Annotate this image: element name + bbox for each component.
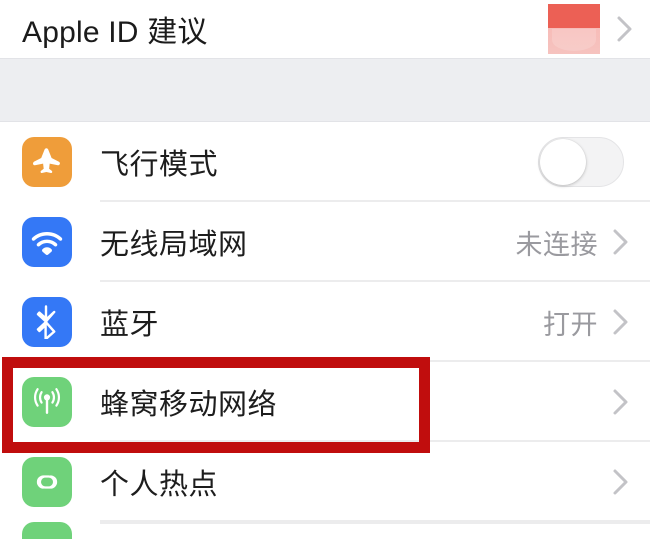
chevron-right-icon bbox=[612, 387, 630, 417]
settings-row-partial-next[interactable] bbox=[0, 522, 650, 539]
settings-row-label: 蓝牙 bbox=[100, 309, 160, 341]
settings-group-connectivity: 飞行模式 无线局域网 未连接 蓝牙 打开 蜂窝移动网络 个人热点 bbox=[0, 122, 650, 539]
settings-row-label: 飞行模式 bbox=[100, 149, 219, 181]
wifi-status-value: 未连接 bbox=[515, 229, 598, 260]
bluetooth-status-value: 打开 bbox=[543, 309, 598, 340]
apple-id-avatar bbox=[548, 4, 600, 54]
next-row-icon bbox=[22, 522, 72, 539]
wifi-icon bbox=[22, 217, 72, 267]
settings-row-cellular[interactable]: 蜂窝移动网络 bbox=[0, 362, 650, 442]
cellular-icon bbox=[22, 377, 72, 427]
settings-row-wifi[interactable]: 无线局域网 未连接 bbox=[0, 202, 650, 282]
settings-row-label: 个人热点 bbox=[100, 469, 219, 501]
settings-row-label: 蜂窝移动网络 bbox=[100, 389, 278, 421]
chevron-right-icon bbox=[616, 14, 634, 44]
page-title: Apple ID 建议 bbox=[22, 16, 208, 49]
chevron-right-icon bbox=[612, 307, 630, 337]
airplane-mode-toggle[interactable] bbox=[538, 137, 624, 187]
settings-row-personal-hotspot[interactable]: 个人热点 bbox=[0, 442, 650, 522]
airplane-icon bbox=[22, 137, 72, 187]
toggle-knob bbox=[540, 139, 586, 185]
chevron-right-icon bbox=[612, 227, 630, 257]
apple-id-suggestion-row[interactable]: Apple ID 建议 bbox=[0, 0, 650, 58]
personal-hotspot-icon bbox=[22, 457, 72, 507]
settings-row-bluetooth[interactable]: 蓝牙 打开 bbox=[0, 282, 650, 362]
settings-row-airplane-mode[interactable]: 飞行模式 bbox=[0, 122, 650, 202]
row-separator bbox=[100, 522, 650, 524]
bluetooth-icon bbox=[22, 297, 72, 347]
section-spacer bbox=[0, 58, 650, 122]
chevron-right-icon bbox=[612, 467, 630, 497]
ios-settings-screen: Apple ID 建议 飞行模式 无线局域网 未连接 蓝牙 打开 蜂窝移动网络 … bbox=[0, 0, 650, 539]
settings-row-label: 无线局域网 bbox=[100, 229, 248, 261]
